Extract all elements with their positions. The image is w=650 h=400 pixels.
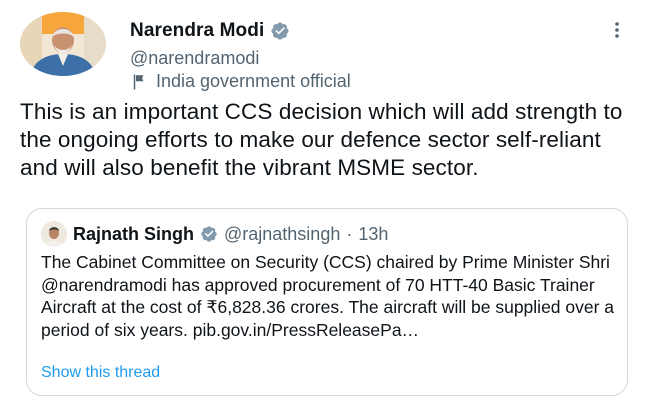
- more-options-icon[interactable]: [608, 20, 626, 40]
- quoted-author-handle[interactable]: @rajnathsingh: [224, 224, 340, 245]
- flag-icon: [133, 74, 144, 89]
- separator-dot: ·: [346, 223, 353, 244]
- quoted-tweet-text: The Cabinet Committee on Security (CCS) …: [41, 252, 615, 340]
- government-label-text: India government official: [156, 71, 351, 91]
- quoted-tweet-time[interactable]: 13h: [358, 224, 388, 245]
- verified-badge-icon: [271, 22, 289, 40]
- government-label: India government official: [130, 71, 351, 92]
- quoted-author-avatar[interactable]: [41, 221, 67, 247]
- quoted-tweet-card[interactable]: Rajnath Singh @rajnathsingh · 13h The Ca…: [26, 208, 628, 396]
- quoted-author-name[interactable]: Rajnath Singh: [73, 224, 194, 245]
- quoted-verified-badge-icon: [201, 226, 217, 242]
- avatar-image: [20, 12, 106, 76]
- author-name[interactable]: Narendra Modi: [130, 20, 264, 42]
- author-avatar[interactable]: [20, 12, 106, 76]
- author-name-row[interactable]: Narendra Modi: [130, 20, 290, 42]
- quoted-tweet-header: Rajnath Singh @rajnathsingh · 13h: [41, 221, 388, 247]
- tweet-text: This is an important CCS decision which …: [20, 99, 623, 180]
- author-handle[interactable]: @narendramodi: [130, 48, 259, 69]
- quoted-avatar-image: [41, 221, 67, 247]
- show-thread-link[interactable]: Show this thread: [41, 364, 160, 382]
